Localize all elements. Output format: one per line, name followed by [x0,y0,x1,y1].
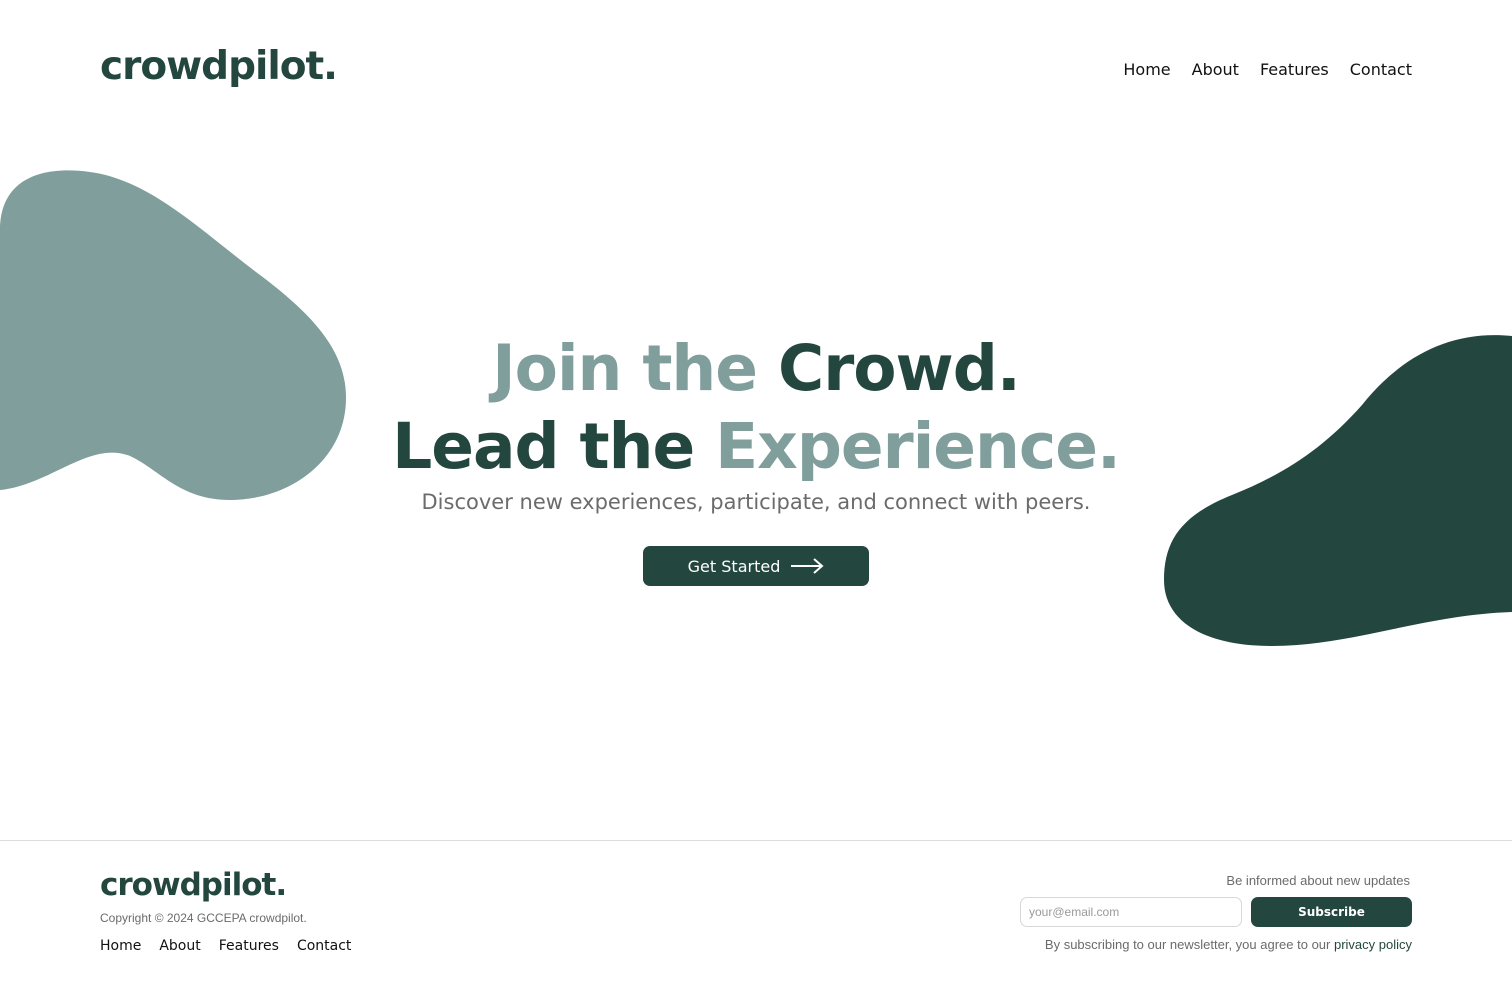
get-started-label: Get Started [687,556,781,576]
nav-link-contact[interactable]: Contact [1350,60,1412,79]
footer: crowdpilot. Copyright © 2024 GCCEPA crow… [0,840,1512,982]
footer-link-about[interactable]: About [159,938,200,954]
logo[interactable]: crowdpilot. [100,45,338,89]
footer-link-home[interactable]: Home [100,938,141,954]
nav-link-features[interactable]: Features [1260,60,1329,79]
hero-section: Join the Crowd. Lead the Experience. Dis… [0,330,1512,586]
copyright-text: Copyright © 2024 GCCEPA crowdpilot. [100,911,307,925]
hero-title-crowd: Crowd. [777,332,1021,405]
footer-nav: Home About Features Contact [100,938,351,954]
privacy-policy-link[interactable]: privacy policy [1334,937,1412,952]
landing-page: crowdpilot. Home About Features Contact … [0,0,1512,982]
hero-title-join: Join the [492,332,758,405]
hero-title: Join the Crowd. Lead the Experience. [0,330,1512,486]
footer-logo[interactable]: crowdpilot. [100,867,287,903]
main-nav: Home About Features Contact [1123,60,1412,79]
hero-title-lead: Lead the [392,410,695,483]
nav-link-home[interactable]: Home [1123,60,1170,79]
subscribe-button[interactable]: Subscribe [1251,897,1412,927]
legal-text: By subscribing to our newsletter, you ag… [1044,937,1334,952]
hero-subtitle: Discover new experiences, participate, a… [421,490,1091,514]
email-input[interactable] [1020,897,1242,927]
newsletter-label: Be informed about new updates [1226,873,1410,888]
arrow-right-icon [791,558,824,574]
hero-title-experience: Experience. [715,410,1121,483]
nav-link-about[interactable]: About [1192,60,1239,79]
footer-link-contact[interactable]: Contact [297,938,351,954]
footer-link-features[interactable]: Features [219,938,279,954]
newsletter-legal: By subscribing to our newsletter, you ag… [1045,937,1412,952]
get-started-button[interactable]: Get Started [643,546,869,586]
